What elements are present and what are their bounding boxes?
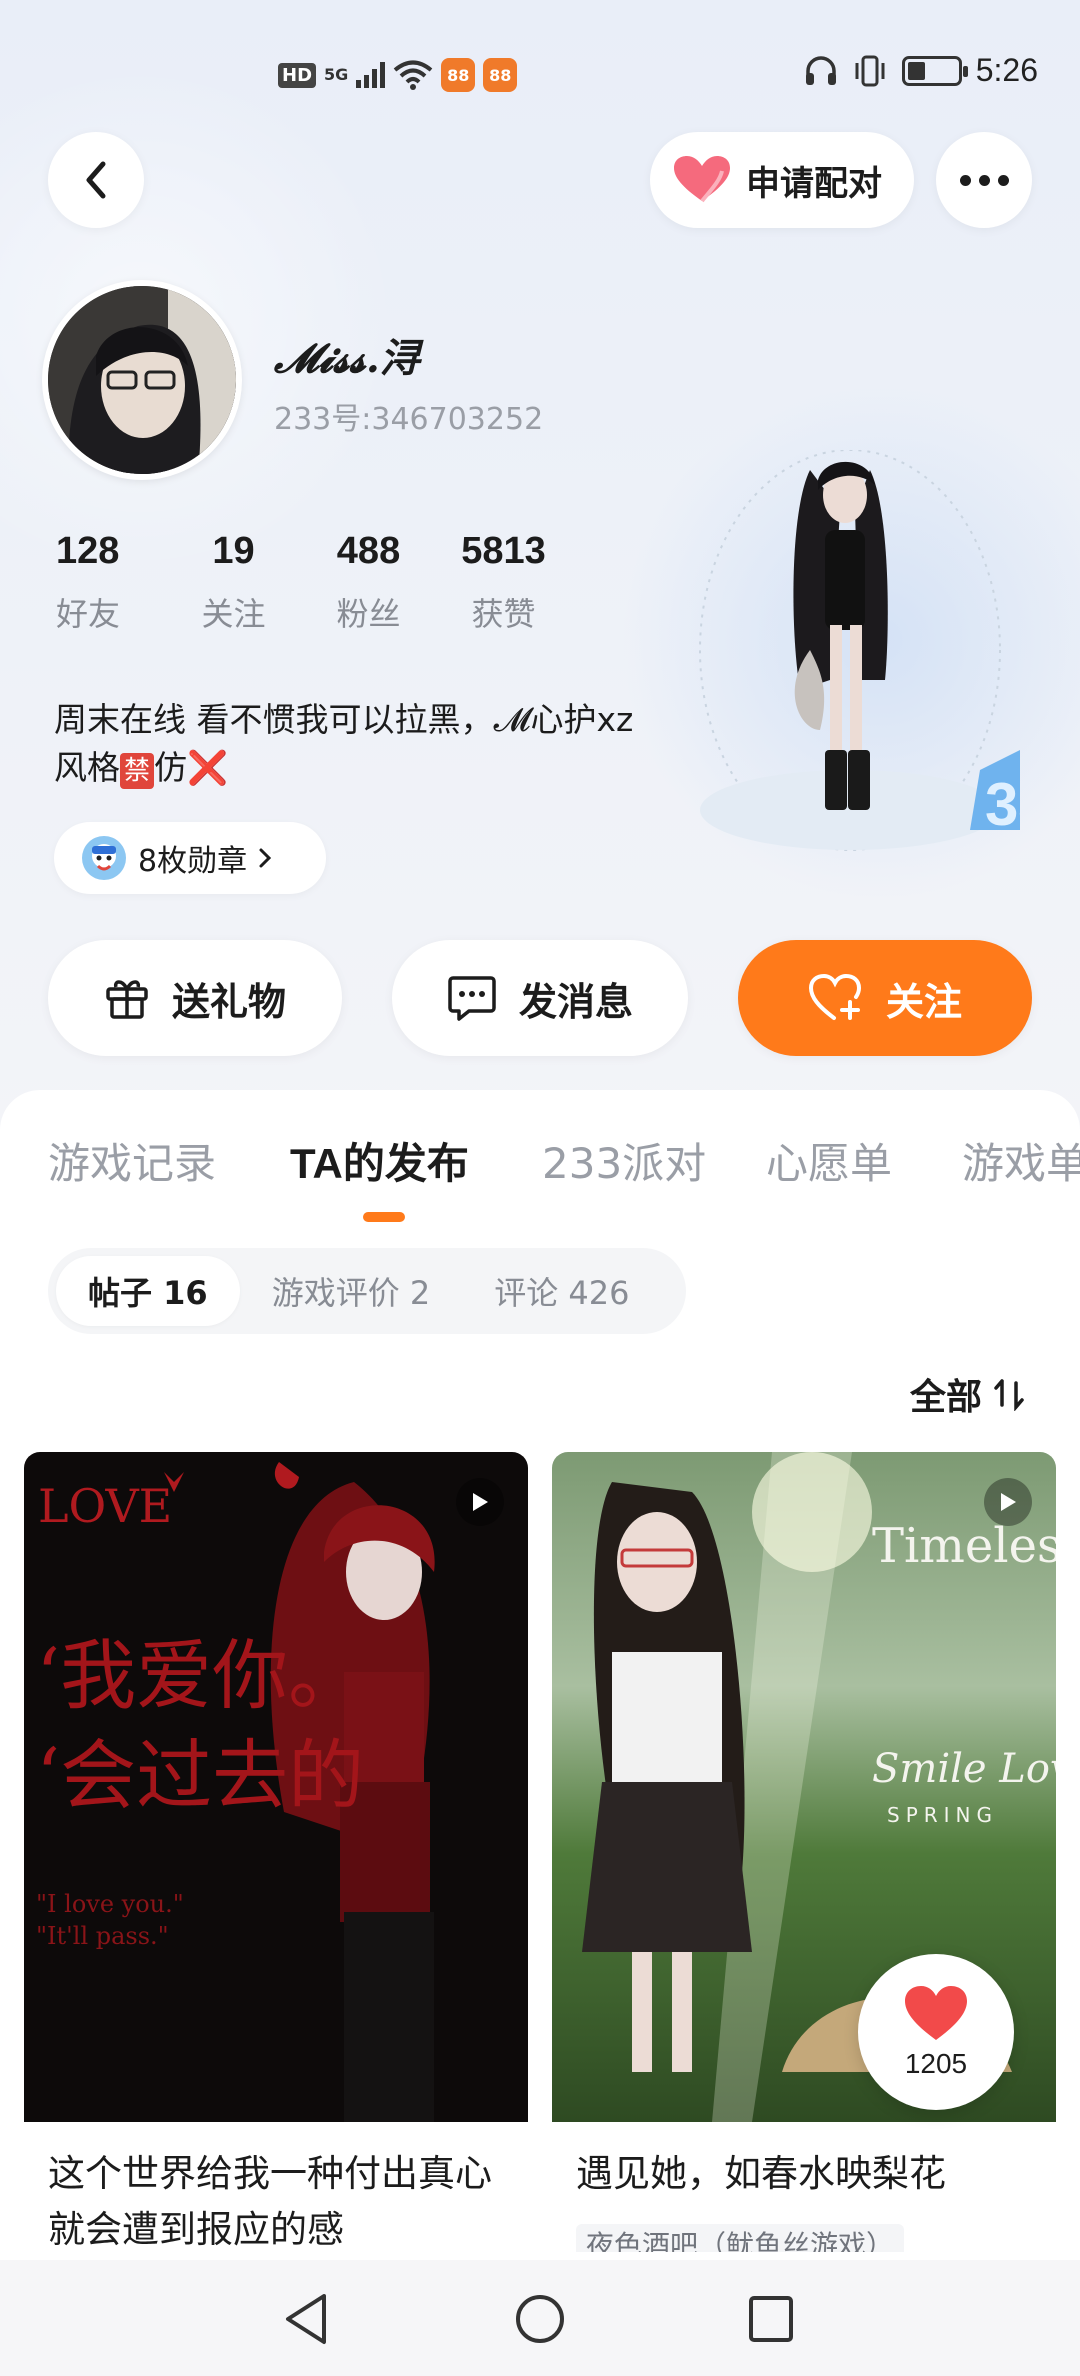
app-notification-icon: 88 <box>483 58 518 92</box>
post-title: 这个世界给我一种付出真心就会遭到报应的感 <box>48 2152 492 2251</box>
badge-icon <box>82 836 126 880</box>
chevron-right-icon <box>259 848 272 868</box>
post-image-text: ‘我爱你。 <box>36 1631 364 1720</box>
send-gift-button[interactable]: 送礼物 <box>48 940 342 1056</box>
avatar-3d-figure[interactable]: 33 <box>690 449 1052 870</box>
post-game-tag[interactable]: 夜色酒吧（鱿鱼丝游戏） <box>576 2224 905 2252</box>
stat-likes[interactable]: 5813 获赞 <box>436 530 571 635</box>
stat-following[interactable]: 19 关注 <box>166 530 301 635</box>
video-play-icon <box>984 1478 1032 1526</box>
post-image-text: ‘会过去的 <box>36 1731 364 1820</box>
video-play-icon <box>456 1478 504 1526</box>
more-options-button[interactable] <box>936 132 1032 228</box>
post-image-text: Smile Love <box>872 1746 1056 1792</box>
badges-button[interactable]: 8枚勋章 <box>54 822 326 894</box>
tab-wishlist[interactable]: 心愿单 <box>766 1130 892 1191</box>
like-button[interactable]: 1205 <box>858 1954 1014 2110</box>
ban-emoji: 禁 <box>120 753 155 789</box>
signal-icon <box>356 62 386 88</box>
post-image-text: LOVE <box>38 1479 172 1533</box>
subtab-game-reviews[interactable]: 游戏评价 2 <box>240 1256 463 1326</box>
stat-friends[interactable]: 128 好友 <box>36 530 166 635</box>
subtab-posts[interactable]: 帖子 16 <box>56 1256 240 1326</box>
nav-home-icon[interactable] <box>514 2292 566 2346</box>
profile-stats: 128 好友 19 关注 488 粉丝 5813 获赞 <box>36 530 571 635</box>
subtab-comments[interactable]: 评论 426 <box>462 1256 661 1326</box>
post-image-text: SPRING <box>887 1803 998 1827</box>
headphones-icon <box>805 55 836 85</box>
vibrate-icon <box>855 55 885 86</box>
svg-text:33: 33 <box>985 771 1020 838</box>
profile-bio: 周末在线 看不惯我可以拉黑，𝓜心护xz 风格禁仿❌ <box>54 700 634 789</box>
wifi-icon <box>394 60 433 90</box>
chat-bubble-icon <box>448 976 496 1021</box>
tab-game-list[interactable]: 游戏单 <box>962 1130 1080 1191</box>
avatar[interactable] <box>42 280 242 480</box>
nav-back-icon[interactable] <box>282 2292 332 2346</box>
network-type: 5G <box>324 65 349 84</box>
clock: 5:26 <box>975 52 1038 88</box>
username: 𝓜𝓲𝓼𝓼.浔 <box>274 335 420 382</box>
battery-icon <box>901 55 968 86</box>
nav-recents-icon[interactable] <box>746 2292 796 2346</box>
tab-game-records[interactable]: 游戏记录 <box>48 1130 216 1191</box>
like-count: 1205 <box>904 2048 968 2079</box>
post-image-text: "I love you." <box>36 1890 184 1918</box>
post-image-text: "It'll pass." <box>36 1922 169 1950</box>
badges-label: 8枚勋章 <box>138 844 248 879</box>
send-message-button[interactable]: 发消息 <box>392 940 688 1056</box>
post-image-text: Timeless <box>872 1518 1056 1574</box>
follow-button[interactable]: 关注 <box>738 940 1032 1056</box>
profile-tabs: 游戏记录 TA的发布 233派对 心愿单 游戏单 <box>0 1130 1080 1200</box>
status-bar: HD 5G 88 88 5:26 <box>0 0 1080 150</box>
heart-plus-icon <box>808 974 861 1020</box>
app-notification-icon: 88 <box>441 58 476 92</box>
user-id: 233号:346703252 <box>274 402 544 437</box>
chevron-left-icon <box>86 161 106 199</box>
request-pair-label: 申请配对 <box>746 163 882 204</box>
stat-fans[interactable]: 488 粉丝 <box>301 530 436 635</box>
post-cover-image: LOVE ‘我爱你。 ‘会过去的 "I love you." "It'll pa… <box>24 1452 528 2122</box>
tab-posts[interactable]: TA的发布 <box>290 1130 469 1191</box>
post-title: 遇见她，如春水映梨花 <box>576 2152 946 2195</box>
heart-icon <box>905 1986 967 2040</box>
back-button[interactable] <box>48 132 144 228</box>
hd-icon: HD <box>278 62 317 88</box>
post-card[interactable]: Timeless Smile Love SPRING 遇见她，如春水映梨花 夜色… <box>552 1452 1056 2252</box>
post-type-filter: 帖子 16 游戏评价 2 评论 426 <box>48 1248 686 1334</box>
request-pair-button[interactable]: 申请配对 <box>650 132 914 228</box>
sort-dropdown[interactable]: 全部 <box>910 1368 1026 1420</box>
heart-icon <box>674 156 730 203</box>
sort-icon <box>994 1379 1024 1411</box>
cross-mark-emoji: ❌ <box>187 748 229 787</box>
post-card[interactable]: LOVE ‘我爱你。 ‘会过去的 "I love you." "It'll pa… <box>24 1452 528 2252</box>
tab-233-party[interactable]: 233派对 <box>542 1130 706 1191</box>
active-tab-indicator <box>363 1212 405 1222</box>
gift-icon <box>106 980 148 1019</box>
